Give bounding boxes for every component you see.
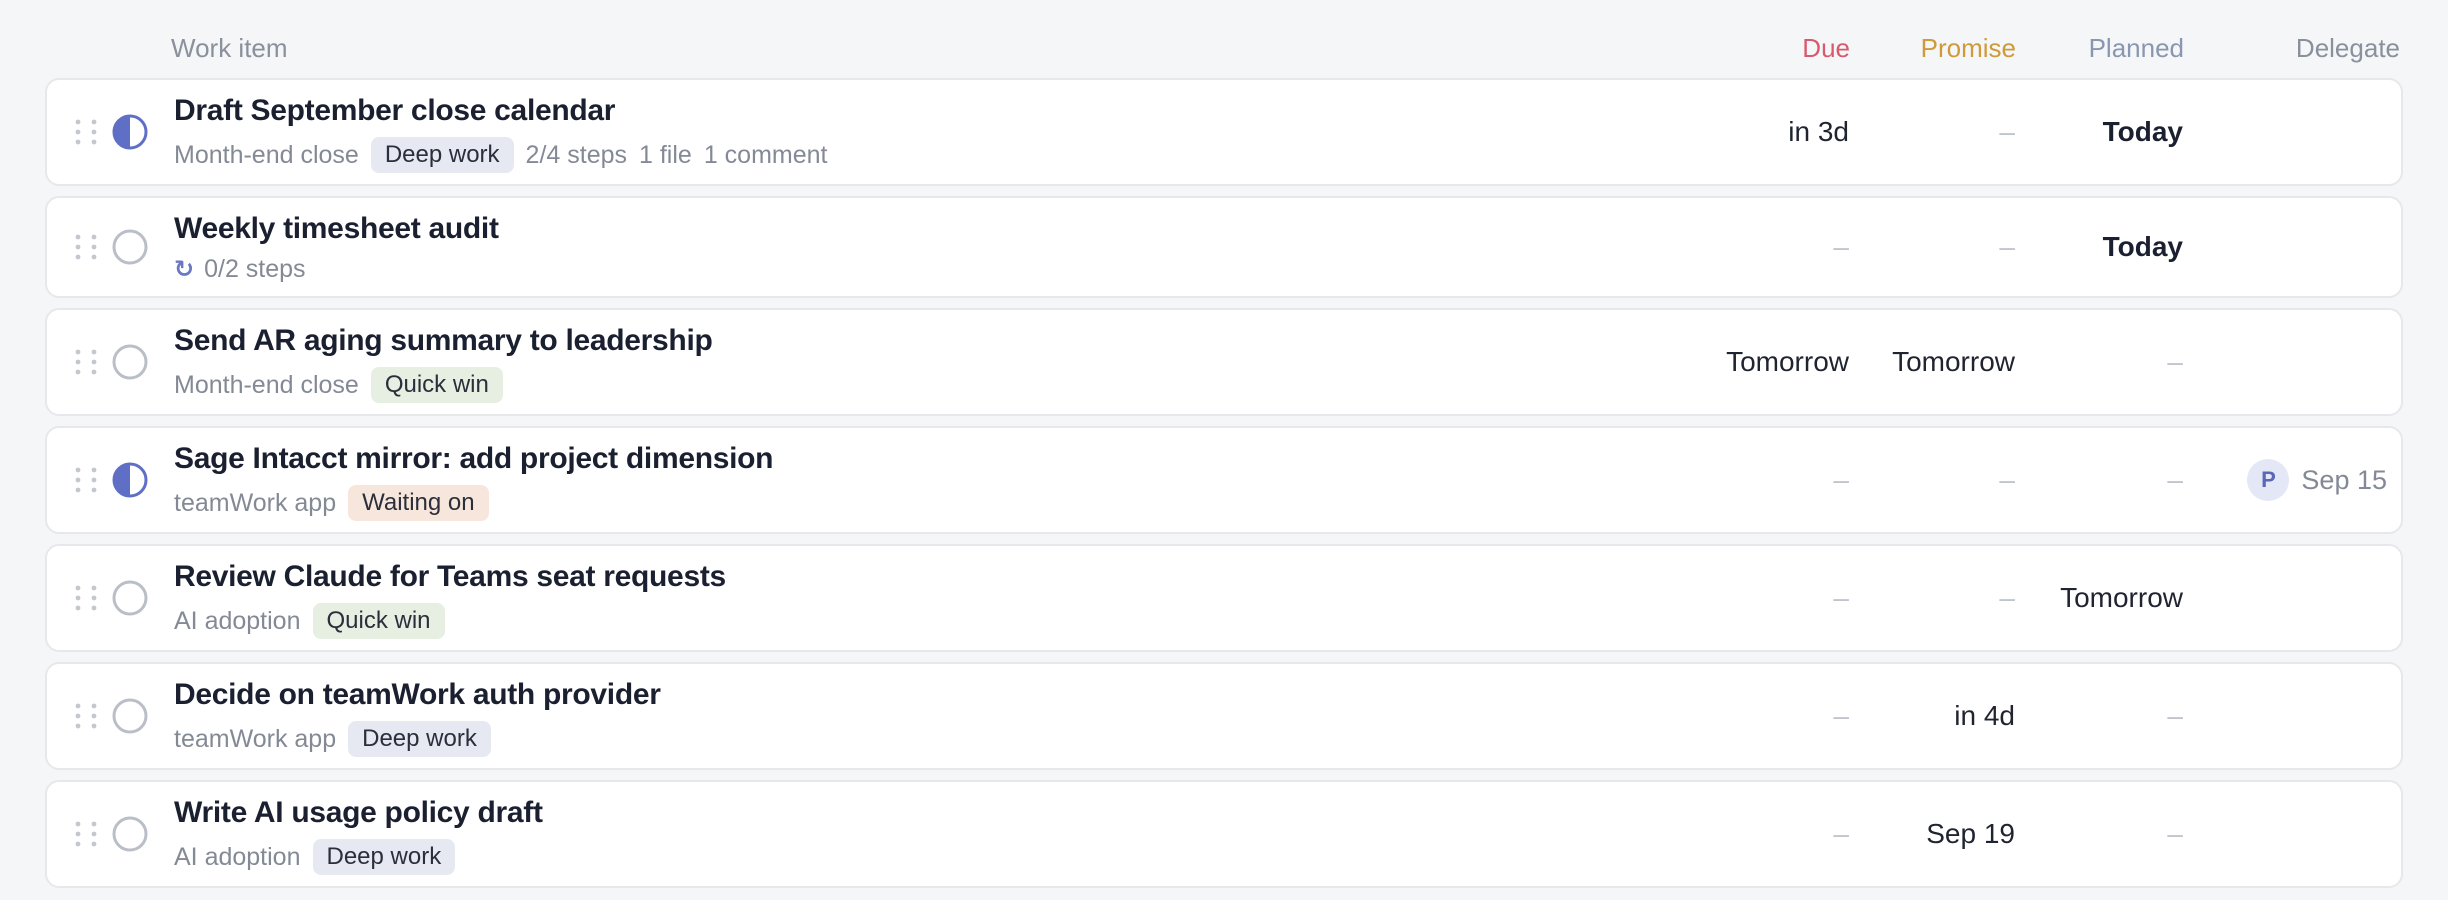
column-header-promise[interactable]: Promise	[1921, 28, 2016, 68]
work-item-title[interactable]: Review Claude for Teams seat requests	[174, 560, 726, 594]
planned-cell[interactable]: Today	[2103, 231, 2183, 263]
tag-badge[interactable]: Quick win	[370, 367, 503, 403]
promise-cell[interactable]: –	[1999, 116, 2015, 148]
work-item-title[interactable]: Draft September close calendar	[174, 94, 615, 128]
work-item-row[interactable]: Review Claude for Teams seat requests AI…	[45, 544, 2403, 652]
work-item-meta: AI adoption Deep work	[174, 838, 456, 876]
work-item-meta: ↻ 0/2 steps	[174, 250, 306, 288]
planned-cell[interactable]: –	[2167, 346, 2183, 378]
column-header-work-item[interactable]: Work item	[171, 28, 288, 68]
promise-cell[interactable]: Tomorrow	[1892, 346, 2015, 378]
project-label[interactable]: Month-end close	[174, 371, 359, 400]
avatar[interactable]: P	[2247, 459, 2290, 501]
tag-badge[interactable]: Quick win	[312, 603, 445, 639]
drag-handle-icon[interactable]	[73, 583, 99, 613]
work-items-view: Work item Due Promise Planned Delegate D…	[0, 0, 2448, 900]
work-item-list: Draft September close calendar Month-end…	[45, 78, 2403, 898]
project-label[interactable]: AI adoption	[174, 607, 301, 636]
project-label[interactable]: AI adoption	[174, 843, 301, 872]
half-circle-status-icon[interactable]	[111, 113, 149, 151]
project-label[interactable]: teamWork app	[174, 725, 336, 754]
work-item-title[interactable]: Write AI usage policy draft	[174, 796, 543, 830]
empty-circle-status-icon[interactable]	[111, 343, 149, 381]
promise-cell[interactable]: in 4d	[1954, 700, 2015, 732]
work-item-meta: teamWork app Waiting on	[174, 484, 489, 522]
work-item-row[interactable]: Decide on teamWork auth provider teamWor…	[45, 662, 2403, 770]
planned-cell[interactable]: –	[2167, 700, 2183, 732]
empty-circle-status-icon[interactable]	[111, 697, 149, 735]
due-cell[interactable]: in 3d	[1788, 116, 1849, 148]
tag-badge[interactable]: Deep work	[348, 721, 491, 757]
planned-cell[interactable]: Tomorrow	[2060, 582, 2183, 614]
work-item-title[interactable]: Weekly timesheet audit	[174, 212, 499, 246]
steps-count: 2/4 steps	[525, 140, 627, 169]
work-item-row[interactable]: Send AR aging summary to leadership Mont…	[45, 308, 2403, 416]
delegate-date: Sep 15	[2301, 464, 2387, 495]
promise-cell[interactable]: –	[1999, 231, 2015, 263]
planned-cell[interactable]: –	[2167, 818, 2183, 850]
repeat-icon: ↻	[174, 255, 195, 283]
half-circle-status-icon[interactable]	[111, 461, 149, 499]
drag-handle-icon[interactable]	[73, 465, 99, 495]
work-item-meta: AI adoption Quick win	[174, 602, 445, 640]
work-item-title[interactable]: Sage Intacct mirror: add project dimensi…	[174, 442, 774, 476]
project-label[interactable]: Month-end close	[174, 141, 359, 170]
promise-cell[interactable]: Sep 19	[1926, 818, 2015, 850]
due-cell[interactable]: –	[1833, 818, 1849, 850]
drag-handle-icon[interactable]	[73, 819, 99, 849]
work-item-meta: teamWork app Deep work	[174, 720, 491, 758]
project-label[interactable]: teamWork app	[174, 489, 336, 518]
column-header-due[interactable]: Due	[1802, 28, 1850, 68]
empty-circle-status-icon[interactable]	[111, 815, 149, 853]
files-count: 1 file	[639, 140, 692, 169]
planned-cell[interactable]: –	[2167, 464, 2183, 496]
empty-circle-status-icon[interactable]	[111, 579, 149, 617]
delegate-cell[interactable]: P Sep 15	[2247, 459, 2387, 501]
due-cell[interactable]: Tomorrow	[1726, 346, 1849, 378]
work-item-meta: Month-end close Quick win	[174, 366, 503, 404]
due-cell[interactable]: –	[1833, 582, 1849, 614]
due-cell[interactable]: –	[1833, 464, 1849, 496]
column-header-row: Work item Due Promise Planned Delegate	[0, 28, 2448, 68]
work-item-row[interactable]: Draft September close calendar Month-end…	[45, 78, 2403, 186]
drag-handle-icon[interactable]	[73, 701, 99, 731]
drag-handle-icon[interactable]	[73, 232, 99, 262]
drag-handle-icon[interactable]	[73, 117, 99, 147]
work-item-row[interactable]: Sage Intacct mirror: add project dimensi…	[45, 426, 2403, 534]
empty-circle-status-icon[interactable]	[111, 228, 149, 266]
steps-count: 0/2 steps	[204, 254, 306, 283]
due-cell[interactable]: –	[1833, 231, 1849, 263]
work-item-row[interactable]: Write AI usage policy draft AI adoption …	[45, 780, 2403, 888]
planned-cell[interactable]: Today	[2103, 116, 2183, 148]
comments-count: 1 comment	[703, 140, 828, 169]
promise-cell[interactable]: –	[1999, 582, 2015, 614]
work-item-title[interactable]: Decide on teamWork auth provider	[174, 678, 661, 712]
work-item-meta: Month-end close Deep work 2/4 steps 1 fi…	[174, 136, 827, 174]
work-item-row[interactable]: Weekly timesheet audit ↻ 0/2 steps – – T…	[45, 196, 2403, 298]
work-item-title[interactable]: Send AR aging summary to leadership	[174, 324, 713, 358]
due-cell[interactable]: –	[1833, 700, 1849, 732]
tag-badge[interactable]: Deep work	[370, 137, 514, 173]
column-header-delegate[interactable]: Delegate	[2296, 28, 2400, 68]
promise-cell[interactable]: –	[1999, 464, 2015, 496]
column-header-planned[interactable]: Planned	[2089, 28, 2184, 68]
tag-badge[interactable]: Waiting on	[348, 485, 489, 521]
drag-handle-icon[interactable]	[73, 347, 99, 377]
tag-badge[interactable]: Deep work	[312, 839, 456, 875]
